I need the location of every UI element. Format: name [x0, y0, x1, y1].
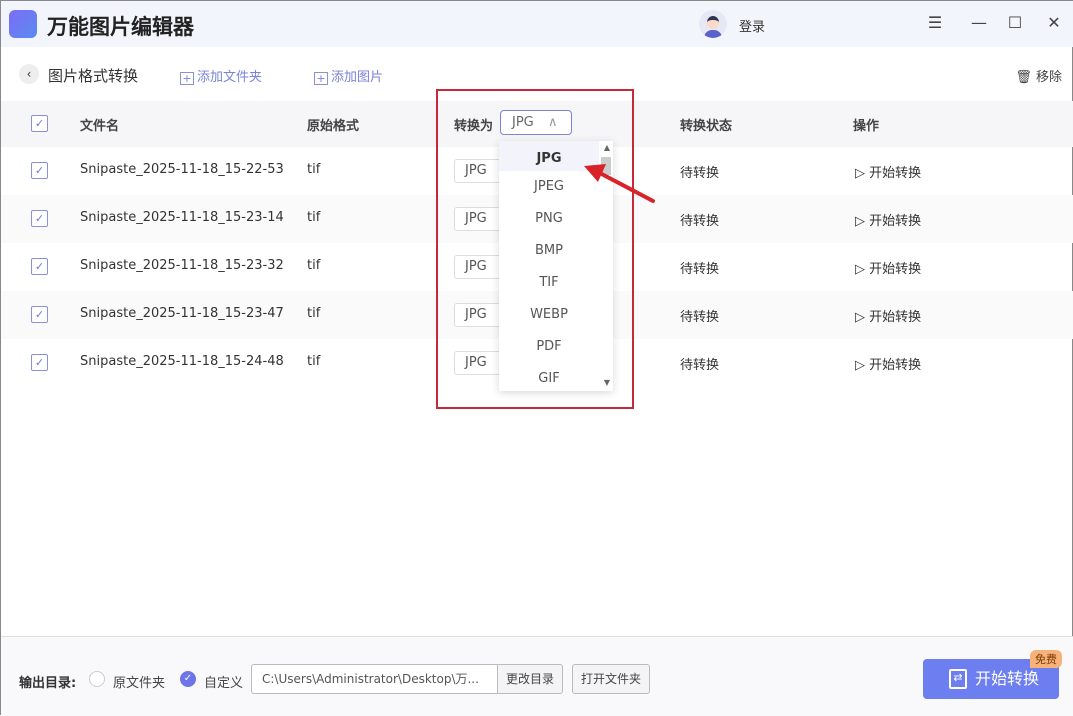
file-name: Snipaste_2025-11-18_15-23-32: [80, 258, 284, 273]
add-folder-label: 添加文件夹: [197, 70, 263, 85]
start-row-button[interactable]: ▷ 开始转换: [855, 354, 921, 373]
menu-icon[interactable]: ☰: [925, 13, 945, 32]
header-orig-format: 原始格式: [307, 119, 360, 134]
custom-label: 自定义: [204, 676, 244, 691]
output-path-field[interactable]: C:\Users\Administrator\Desktop\万...: [251, 664, 498, 694]
orig-format: tif: [307, 162, 321, 177]
folder-plus-icon: +: [180, 72, 194, 85]
status-text: 待转换: [680, 214, 720, 229]
app-title: 万能图片编辑器: [47, 15, 194, 39]
radio-custom[interactable]: ✓: [180, 671, 196, 687]
change-dir-button[interactable]: 更改目录: [497, 664, 564, 694]
play-icon: ▷: [855, 214, 865, 229]
orig-format: tif: [307, 258, 321, 273]
status-text: 待转换: [680, 310, 720, 325]
start-row-button[interactable]: ▷ 开始转换: [855, 306, 921, 325]
header-filename: 文件名: [80, 119, 120, 134]
play-icon: ▷: [855, 262, 865, 277]
red-arrow: [584, 164, 655, 203]
play-icon: ▷: [855, 166, 865, 181]
free-badge: 免费: [1030, 650, 1062, 668]
start-row-button[interactable]: ▷ 开始转换: [855, 258, 921, 277]
row-checkbox[interactable]: ✓: [31, 306, 48, 323]
open-folder-button[interactable]: 打开文件夹: [572, 664, 651, 694]
start-convert-label: 开始转换: [975, 669, 1040, 688]
row-checkbox[interactable]: ✓: [31, 258, 48, 275]
file-name: Snipaste_2025-11-18_15-23-14: [80, 210, 284, 225]
back-icon[interactable]: ‹: [19, 64, 39, 84]
header-action: 操作: [853, 119, 880, 134]
row-checkbox[interactable]: ✓: [31, 354, 48, 371]
file-plus-icon: +: [314, 72, 328, 85]
file-name: Snipaste_2025-11-18_15-23-47: [80, 306, 284, 321]
maximize-icon[interactable]: ☐: [1005, 13, 1025, 32]
row-checkbox[interactable]: ✓: [31, 162, 48, 179]
login-link[interactable]: 登录: [739, 16, 765, 35]
status-text: 待转换: [680, 262, 720, 277]
remove-button[interactable]: 🗑 移除: [1015, 66, 1062, 85]
add-image-button[interactable]: + 添加图片: [314, 66, 383, 85]
status-text: 待转换: [680, 166, 720, 181]
status-text: 待转换: [680, 358, 720, 373]
play-icon: ▷: [855, 358, 865, 373]
title-bar: 万能图片编辑器 登录 ☰ — ☐ ✕: [1, 1, 1073, 47]
output-dir-label: 输出目录:: [19, 676, 77, 691]
file-name: Snipaste_2025-11-18_15-24-48: [80, 354, 284, 369]
start-row-label: 开始转换: [869, 310, 922, 325]
start-row-button[interactable]: ▷ 开始转换: [855, 210, 921, 229]
convert-icon: ⇄: [949, 669, 967, 689]
start-row-button[interactable]: ▷ 开始转换: [855, 162, 921, 181]
orig-format: tif: [307, 210, 321, 225]
file-name: Snipaste_2025-11-18_15-22-53: [80, 162, 284, 177]
add-folder-button[interactable]: + 添加文件夹: [180, 66, 262, 85]
start-row-label: 开始转换: [869, 166, 922, 181]
original-folder-label: 原文件夹: [113, 676, 166, 691]
close-icon[interactable]: ✕: [1044, 13, 1064, 32]
play-icon: ▷: [855, 310, 865, 325]
avatar[interactable]: [699, 10, 727, 38]
header-status: 转换状态: [680, 119, 733, 134]
row-checkbox[interactable]: ✓: [31, 210, 48, 227]
start-row-label: 开始转换: [869, 358, 922, 373]
page-title: 图片格式转换: [48, 67, 139, 85]
start-row-label: 开始转换: [869, 262, 922, 277]
select-all-checkbox[interactable]: ✓: [31, 115, 48, 132]
remove-label: 移除: [1035, 70, 1062, 85]
bottom-bar: 输出目录: 原文件夹 ✓ 自定义 C:\Users\Administrator\…: [1, 636, 1073, 716]
add-image-label: 添加图片: [331, 70, 384, 85]
highlight-box: [436, 89, 634, 409]
orig-format: tif: [307, 354, 321, 369]
trash-icon: 🗑: [1015, 70, 1032, 85]
app-logo: [9, 10, 37, 38]
start-row-label: 开始转换: [869, 214, 922, 229]
minimize-icon[interactable]: —: [969, 13, 989, 32]
orig-format: tif: [307, 306, 321, 321]
radio-original-folder[interactable]: [89, 671, 105, 687]
